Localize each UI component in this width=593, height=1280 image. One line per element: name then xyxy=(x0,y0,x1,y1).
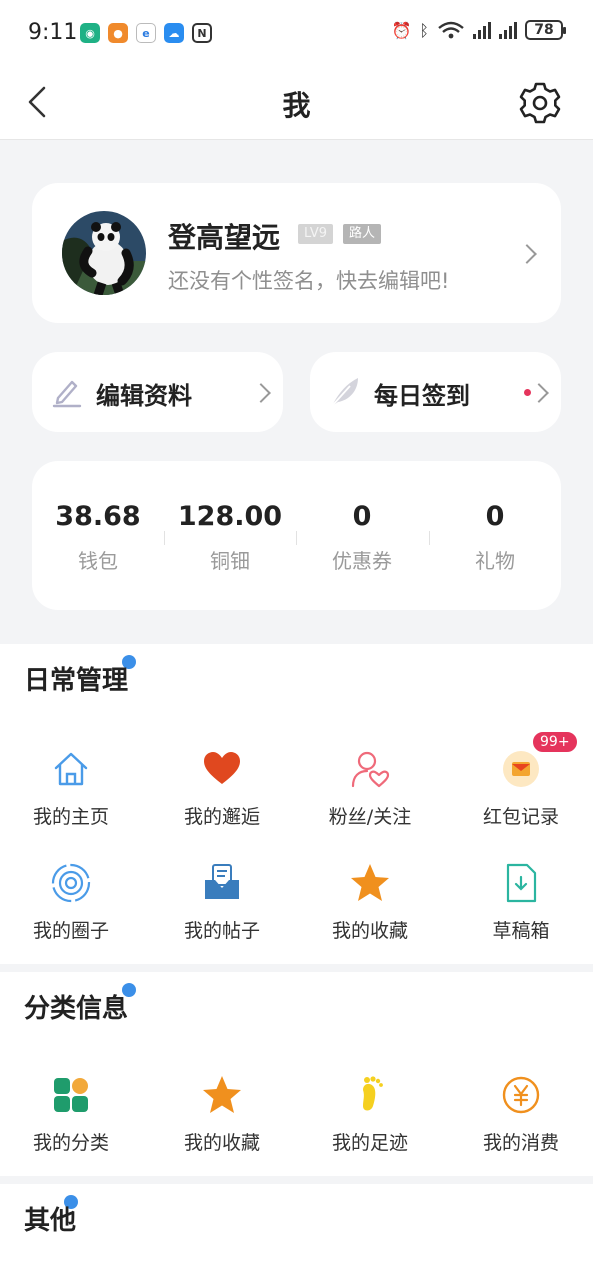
stat-value: 38.68 xyxy=(55,501,141,532)
grid-item-label: 我的分类 xyxy=(32,1132,109,1154)
grid-item-label: 我的圈子 xyxy=(32,920,109,942)
avatar[interactable] xyxy=(62,211,146,295)
grid-item-label: 草稿箱 xyxy=(492,920,550,942)
status-time: 9:11 xyxy=(28,20,78,45)
stats-card: 38.68 钱包 128.00 铜钿 0 优惠券 0 礼物 xyxy=(32,461,561,610)
stat-wallet[interactable]: 38.68 钱包 xyxy=(32,501,164,574)
grid-item-label: 粉丝/关注 xyxy=(328,806,412,828)
username: 登高望远 xyxy=(168,221,281,254)
daily-management-section: 日常管理 我的主页 我的邂逅 粉丝/关注 99+ 红包记录 我的圈子 我的帖子 … xyxy=(0,644,593,964)
stat-coins[interactable]: 128.00 铜钿 xyxy=(164,501,296,574)
user-heart-icon xyxy=(351,751,390,788)
star-icon xyxy=(203,1076,241,1113)
stat-value: 0 xyxy=(485,501,505,532)
grid-item-my-homepage[interactable]: 我的主页 xyxy=(0,748,145,829)
edit-profile-label: 编辑资料 xyxy=(96,382,192,410)
grid-item-label: 我的收藏 xyxy=(331,920,408,942)
stat-label: 钱包 xyxy=(78,549,118,573)
role-badge: 路人 xyxy=(343,224,382,244)
stat-value: 0 xyxy=(352,501,372,532)
status-indicators: ⏰ ᛒ 78 xyxy=(391,20,566,40)
grid-item-red-envelope-records[interactable]: 99+ 红包记录 xyxy=(447,730,593,829)
category-grid-icon xyxy=(54,1078,88,1112)
circles-icon xyxy=(51,863,91,903)
app-notification-icon: ◉ xyxy=(80,23,100,43)
weather-notification-icon: ☁ xyxy=(164,23,184,43)
stat-label: 铜钿 xyxy=(210,549,250,573)
chevron-right-icon xyxy=(251,383,271,403)
grid-item-my-categories[interactable]: 我的分类 xyxy=(0,1074,145,1155)
alarm-icon: ⏰ xyxy=(391,20,412,40)
post-icon xyxy=(205,864,239,899)
grid-item-label: 我的收藏 xyxy=(183,1132,260,1154)
bluetooth-icon: ᛒ xyxy=(419,20,429,40)
red-envelope-icon xyxy=(503,751,539,787)
grid-item-label: 我的主页 xyxy=(32,806,109,828)
browser-notification-icon: e xyxy=(136,23,156,43)
grid-item-label: 我的足迹 xyxy=(331,1132,408,1154)
top-nav-bar: 我 xyxy=(0,68,593,140)
signal-icon xyxy=(473,21,491,39)
signal-icon-2 xyxy=(499,21,517,39)
home-icon xyxy=(54,752,88,786)
grid-item-my-circles[interactable]: 我的圈子 xyxy=(0,862,145,943)
grid-item-label: 我的邂逅 xyxy=(183,806,260,828)
grid-item-drafts[interactable]: 草稿箱 xyxy=(447,862,593,943)
grid-item-my-encounters[interactable]: 我的邂逅 xyxy=(148,748,296,829)
level-badge: LV9 xyxy=(298,224,333,244)
notification-icons: ◉ ● e ☁ N xyxy=(80,23,212,43)
category-info-section: 分类信息 我的分类 我的收藏 我的足迹 我的消费 xyxy=(0,972,593,1176)
grid-item-label: 我的消费 xyxy=(482,1132,559,1154)
wifi-icon xyxy=(438,21,464,39)
draft-icon xyxy=(506,863,537,903)
grid-item-my-footprints[interactable]: 我的足迹 xyxy=(296,1074,444,1155)
nfc-icon: N xyxy=(192,23,212,43)
stat-gifts[interactable]: 0 礼物 xyxy=(429,501,561,574)
daily-checkin-label: 每日签到 xyxy=(374,382,470,410)
grid-item-label: 红包记录 xyxy=(482,806,559,828)
section-title: 日常管理 xyxy=(24,666,129,696)
yen-coin-icon xyxy=(502,1076,540,1114)
footprint-icon xyxy=(363,1076,383,1111)
chevron-right-icon xyxy=(529,383,549,403)
grid-item-my-posts[interactable]: 我的帖子 xyxy=(148,862,296,943)
heart-icon xyxy=(204,752,240,784)
feather-icon xyxy=(331,378,358,407)
stat-label: 优惠券 xyxy=(332,549,392,573)
grid-item-label: 我的帖子 xyxy=(183,920,260,942)
chat-notification-icon: ● xyxy=(108,23,128,43)
grid-item-fans-follow[interactable]: 粉丝/关注 xyxy=(296,748,444,829)
section-title: 分类信息 xyxy=(24,994,129,1024)
signature-text: 还没有个性签名，快去编辑吧! xyxy=(168,269,450,293)
stat-label: 礼物 xyxy=(475,549,515,573)
grid-item-my-favorites[interactable]: 我的收藏 xyxy=(296,862,444,943)
grid-item-my-favorites-2[interactable]: 我的收藏 xyxy=(148,1074,296,1155)
other-section: 其他 xyxy=(0,1184,593,1280)
profile-card[interactable]: 登高望远 LV9 路人 还没有个性签名，快去编辑吧! xyxy=(32,183,561,323)
settings-button[interactable] xyxy=(517,80,563,126)
notification-badge: 99+ xyxy=(531,730,579,754)
page-title: 我 xyxy=(282,89,311,122)
battery-icon: 78 xyxy=(525,20,566,40)
chevron-right-icon xyxy=(517,244,537,264)
daily-checkin-button[interactable]: 每日签到 xyxy=(310,352,561,432)
grid-item-my-spending[interactable]: 我的消费 xyxy=(447,1074,593,1155)
stat-value: 128.00 xyxy=(177,501,283,532)
pencil-icon xyxy=(52,380,82,408)
star-icon xyxy=(351,864,389,901)
stat-coupons[interactable]: 0 优惠券 xyxy=(296,501,428,574)
status-bar: 9:11 ◉ ● e ☁ N ⏰ ᛒ 78 xyxy=(0,0,593,68)
edit-profile-button[interactable]: 编辑资料 xyxy=(32,352,283,432)
section-title: 其他 xyxy=(24,1206,77,1236)
